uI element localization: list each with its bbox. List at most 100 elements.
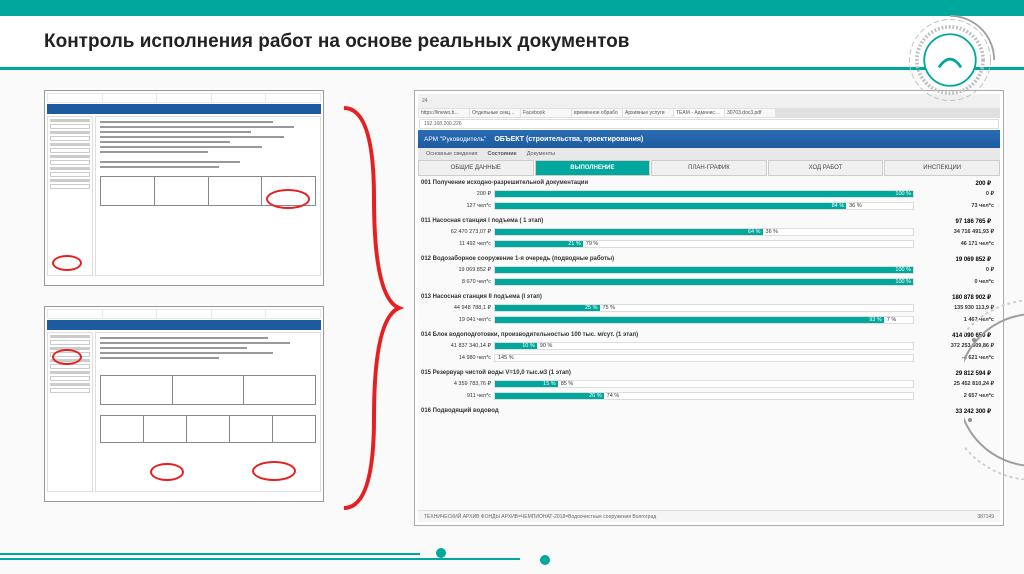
- app-title: АРМ "Руководитель": [424, 136, 486, 143]
- dot-accent-1: [436, 548, 446, 558]
- section-row: 19 069 852 ₽100 %0 ₽: [421, 264, 997, 275]
- section-name: 011 Насосная станция I подъема ( 1 этап): [421, 218, 927, 225]
- row-value: 34 716 491,93 ₽: [917, 229, 997, 235]
- bracket-connector: [324, 90, 414, 526]
- browser-tab[interactable]: временное обрабо: [572, 109, 622, 117]
- highlight-ring-2c: [252, 461, 296, 481]
- section-row: 200 ₽100 %0 ₽: [421, 188, 997, 199]
- section-name: 012 Водозаборное сооружение 1-я очередь …: [421, 256, 927, 263]
- progress-bar: 100 %: [494, 190, 914, 198]
- progress-bar: 21 %79 %: [494, 240, 914, 248]
- row-label: 44 948 788,1 ₽: [421, 305, 491, 311]
- main-tab[interactable]: ИНСПЕКЦИИ: [884, 160, 1000, 176]
- section-total: 19 069 852 ₽: [927, 256, 997, 263]
- section-row: 4 359 783,76 ₽15 %85 %25 452 810,24 ₽: [421, 378, 997, 389]
- dot-accent-2: [540, 555, 550, 565]
- section: 001 Получение исходно-разрешительной док…: [421, 179, 997, 211]
- doc2-app-header: [47, 320, 321, 330]
- progress-bar: 25 %75 %: [494, 304, 914, 312]
- document-thumbnail-2: [44, 306, 324, 502]
- progress-bar: 26 %74 %: [494, 392, 914, 400]
- section: 013 Насосная станция II подъема (I этап)…: [421, 293, 997, 325]
- section-name: 016 Подводящий водовод: [421, 408, 927, 415]
- progress-bar: 93 %7 %: [494, 316, 914, 324]
- sub-tab[interactable]: Документы: [523, 150, 559, 158]
- progress-bar: 100 %: [494, 266, 914, 274]
- section-name: 015 Резервуар чистой воды V=10,0 тыс.м3 …: [421, 370, 927, 377]
- row-label: 911 чел*с: [421, 393, 491, 399]
- content-area: 24 https://linewo.b…Отдельные секц…Faceb…: [0, 70, 1024, 546]
- section: 012 Водозаборное сооружение 1-я очередь …: [421, 255, 997, 287]
- section-row: 62 470 273,07 ₽64 %36 %34 716 491,93 ₽: [421, 226, 997, 237]
- main-tab-row: ОБЩИЕ ДАННЫЕВЫПОЛНЕНИЕПЛАН-ГРАФИКХОД РАБ…: [418, 160, 1000, 176]
- section-total: 200 ₽: [927, 180, 997, 187]
- sub-tab-row: Основные сведенияСостояниеДокументы: [418, 148, 1000, 160]
- progress-bar: 100 %: [494, 278, 914, 286]
- row-label: 14 980 чел*с: [421, 355, 491, 361]
- left-documents-column: [44, 90, 324, 526]
- section-row: 11 492 чел*с21 %79 %46 171 чел*с: [421, 238, 997, 249]
- section-row: 8 670 чел*с100 %0 чел*с: [421, 276, 997, 287]
- highlight-ring-2b: [150, 463, 184, 481]
- panel-body: 001 Получение исходно-разрешительной док…: [418, 176, 1000, 510]
- execution-panel: 24 https://linewo.b…Отдельные секц…Faceb…: [414, 90, 1004, 526]
- panel-footer: ТЕХНИЧЕСКИЙ АРХИВ ФОНДЫ АРХИВ=ЧЕМПИОНАТ-…: [418, 510, 1000, 522]
- section: 014 Блок водоподготовки, производительно…: [421, 331, 997, 363]
- logo-circular: [904, 14, 996, 106]
- browser-window-title: 24: [422, 98, 428, 104]
- footer-id: 387149: [977, 514, 994, 520]
- progress-bar: 145 %: [494, 354, 914, 362]
- row-value: 0 ₽: [917, 191, 997, 197]
- section-name: 014 Блок водоподготовки, производительно…: [421, 332, 927, 339]
- progress-bar: 15 %85 %: [494, 380, 914, 388]
- slide-title-row: Контроль исполнения работ на основе реал…: [0, 16, 1024, 70]
- row-value: 73 чел*с: [917, 203, 997, 209]
- section-row: 19 041 чел*с93 %7 %1 467 чел*с: [421, 314, 997, 325]
- main-tab[interactable]: ОБЩИЕ ДАННЫЕ: [418, 160, 534, 176]
- section: 015 Резервуар чистой воды V=10,0 тыс.м3 …: [421, 369, 997, 401]
- sub-tab[interactable]: Состояние: [484, 150, 521, 158]
- main-tab[interactable]: ВЫПОЛНЕНИЕ: [535, 160, 651, 176]
- browser-tab[interactable]: Facebook: [521, 109, 571, 117]
- progress-bar: 64 %36 %: [494, 228, 914, 236]
- doc1-main-page: [95, 116, 321, 276]
- browser-tab[interactable]: Архивные услуги: [623, 109, 673, 117]
- row-label: 41 837 340,14 ₽: [421, 343, 491, 349]
- bottom-accent-lines: [0, 553, 1024, 560]
- row-label: 200 ₽: [421, 191, 491, 197]
- row-label: 62 470 273,07 ₽: [421, 229, 491, 235]
- section-row: 14 980 чел*с145 %-4 621 чел*с: [421, 352, 997, 363]
- browser-tab[interactable]: ТЕАМ - Админис…: [674, 109, 724, 117]
- doc1-browser-tabs: [47, 93, 321, 103]
- doc2-table-b: [100, 415, 316, 443]
- document-thumbnail-1: [44, 90, 324, 286]
- address-bar[interactable]: 192.168.200.226: [419, 119, 999, 129]
- section: 011 Насосная станция I подъема ( 1 этап)…: [421, 217, 997, 249]
- section: 016 Подводящий водовод33 242 300 ₽: [421, 407, 997, 416]
- top-accent-bar: [0, 0, 1024, 16]
- main-tab[interactable]: ХОД РАБОТ: [768, 160, 884, 176]
- row-label: 19 069 852 ₽: [421, 267, 491, 273]
- row-label: 8 670 чел*с: [421, 279, 491, 285]
- browser-tab[interactable]: Отдельные секц…: [470, 109, 520, 117]
- row-label: 19 041 чел*с: [421, 317, 491, 323]
- doc1-sidebar: [47, 116, 93, 276]
- right-decorative-arc: [964, 300, 1024, 485]
- section-row: 911 чел*с26 %74 %2 657 чел*с: [421, 390, 997, 401]
- section-name: 001 Получение исходно-разрешительной док…: [421, 180, 927, 187]
- doc1-app-header: [47, 104, 321, 114]
- doc2-table-a: [100, 375, 316, 405]
- section-row: 127 чел*с84 %36 %73 чел*с: [421, 200, 997, 211]
- doc2-browser-tabs: [47, 309, 321, 319]
- highlight-ring-1b: [52, 255, 82, 271]
- row-label: 127 чел*с: [421, 203, 491, 209]
- progress-bar: 84 %36 %: [494, 202, 914, 210]
- browser-tab[interactable]: https://linewo.b…: [419, 109, 469, 117]
- section-row: 44 948 788,1 ₽25 %75 %135 930 113,9 ₽: [421, 302, 997, 313]
- sub-tab[interactable]: Основные сведения: [422, 150, 482, 158]
- row-label: 4 359 783,76 ₽: [421, 381, 491, 387]
- highlight-ring-2a: [52, 349, 82, 365]
- browser-tab[interactable]: 30703.doc3.pdf: [725, 109, 775, 117]
- main-tab[interactable]: ПЛАН-ГРАФИК: [651, 160, 767, 176]
- row-label: 11 492 чел*с: [421, 241, 491, 247]
